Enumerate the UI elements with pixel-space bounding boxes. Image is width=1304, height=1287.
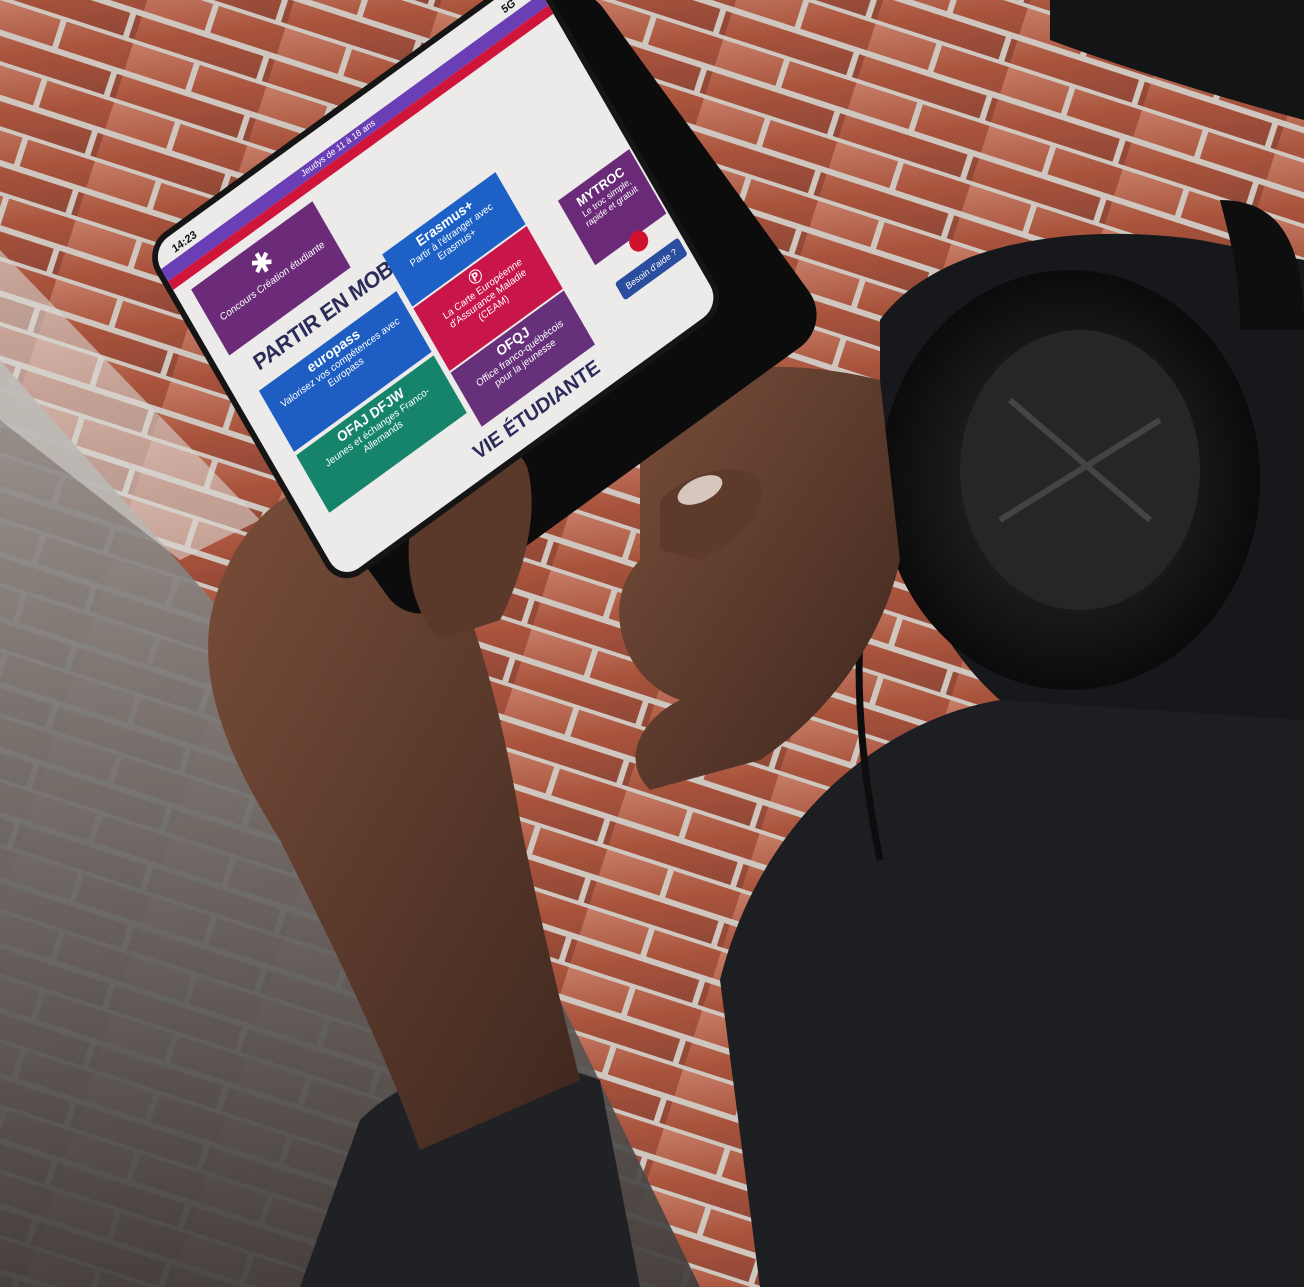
help-button[interactable]: Besoin d'aide ? [614, 237, 688, 301]
photo-stage: 14:23 5G Jeudys de 11 à 18 ans ✱ Concour… [0, 0, 1304, 1287]
